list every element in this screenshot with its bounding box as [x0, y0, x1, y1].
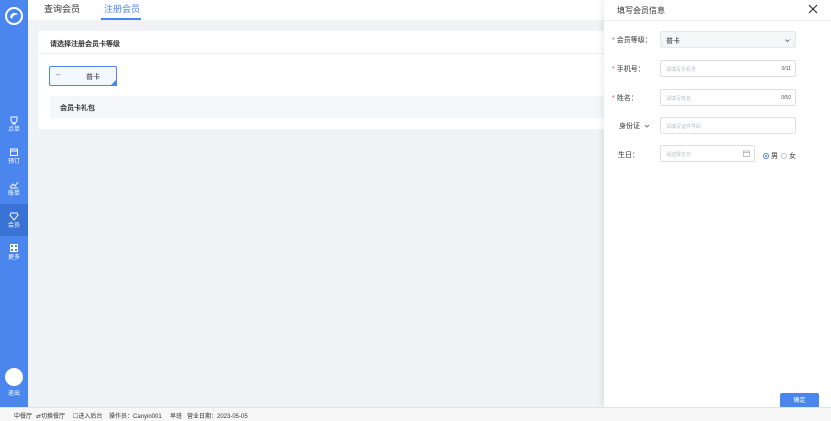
- tab-bar: 查询会员 注册会员: [28, 0, 604, 20]
- name-label: * 姓名：: [612, 95, 638, 102]
- status-shift: 早班: [170, 414, 183, 420]
- level-card-prefix: --: [56, 72, 61, 79]
- phone-label: * 手机号：: [612, 66, 645, 73]
- level-label: * 会员等级：: [612, 37, 652, 44]
- phone-placeholder: 请填写手机号: [666, 67, 697, 73]
- chevron-down-icon: [644, 124, 650, 128]
- birthday-picker[interactable]: 请选择生日: [660, 145, 755, 162]
- gender-female-label: 女: [789, 153, 796, 160]
- status-business-date: 营业日期：2023-05-05: [187, 414, 248, 420]
- sidebar-item-label: 账单: [7, 190, 20, 197]
- gender-male-radio[interactable]: 男: [763, 151, 778, 161]
- chart-icon: [9, 181, 19, 188]
- tab-register-member[interactable]: 注册会员: [104, 2, 140, 16]
- level-card-standard[interactable]: -- 普卡: [49, 66, 117, 86]
- drawer-title: 填写会员信息: [617, 6, 665, 15]
- calendar-icon: [10, 148, 18, 156]
- selected-check-icon: [110, 79, 117, 86]
- divider: [38, 53, 604, 54]
- calendar-icon: [743, 150, 750, 157]
- gift-package-section: 会员卡礼包: [50, 96, 604, 118]
- level-card-name: 普卡: [86, 74, 100, 81]
- section-title: 请选择注册会员卡等级: [50, 41, 120, 48]
- grid-icon: [10, 243, 18, 252]
- logout-button[interactable]: 退出: [0, 388, 28, 397]
- sidebar: 点单 预订 账单 会员 更多 退出: [0, 0, 28, 407]
- chevron-down-icon: [785, 39, 790, 43]
- birthday-label: 生日：: [618, 152, 639, 159]
- close-icon[interactable]: [807, 3, 819, 15]
- id-number-input[interactable]: 请填写证件号码: [660, 117, 796, 134]
- sidebar-item-member[interactable]: 会员: [0, 204, 28, 236]
- name-placeholder: 请填写姓名: [666, 96, 692, 102]
- id-type-select[interactable]: 身份证: [619, 121, 650, 131]
- app-logo-icon: [5, 7, 23, 25]
- id-number-placeholder: 请填写证件号码: [666, 124, 702, 130]
- enter-admin-button[interactable]: ☐进入后台: [73, 411, 102, 420]
- name-input[interactable]: 请填写姓名 0/50: [660, 89, 796, 106]
- switch-hall-button[interactable]: ⇄切换餐厅: [36, 411, 65, 420]
- avatar[interactable]: [5, 368, 23, 386]
- radio-dot: [781, 153, 787, 159]
- sidebar-item-reserve[interactable]: 预订: [0, 140, 28, 172]
- id-type-label: 身份证: [619, 123, 640, 130]
- cup-icon: [10, 116, 18, 124]
- status-operator: 操作员：Canyin001: [109, 414, 162, 420]
- status-bar: 中餐厅 ⇄切换餐厅 ☐进入后台 操作员：Canyin001 早班 营业日期：20…: [0, 407, 831, 421]
- status-hall: 中餐厅: [14, 414, 33, 420]
- sidebar-item-label: 会员: [7, 222, 20, 229]
- birthday-placeholder: 请选择生日: [666, 152, 692, 158]
- gender-male-label: 男: [771, 153, 778, 160]
- sidebar-item-label: 预订: [7, 158, 20, 165]
- phone-input[interactable]: 请填写手机号 0/11: [660, 60, 796, 77]
- divider: [604, 20, 831, 21]
- register-card: 请选择注册会员卡等级 -- 普卡 会员卡礼包: [38, 31, 604, 129]
- level-select-value: 普卡: [666, 38, 680, 45]
- tab-active-indicator: [101, 18, 141, 20]
- member-info-drawer: 填写会员信息 * 会员等级： 普卡 * 手机号： 请填写手机号 0/11 * 姓名： …: [604, 0, 831, 410]
- name-char-count: 0/50: [781, 95, 791, 101]
- sidebar-item-order[interactable]: 点单: [0, 108, 28, 140]
- sidebar-item-label: 点单: [7, 126, 20, 133]
- gift-package-title: 会员卡礼包: [60, 105, 95, 112]
- sidebar-item-bill[interactable]: 账单: [0, 172, 28, 204]
- sidebar-item-more[interactable]: 更多: [0, 236, 28, 268]
- sidebar-item-label: 更多: [7, 254, 20, 261]
- member-icon: [9, 212, 19, 221]
- tab-query-member[interactable]: 查询会员: [44, 2, 80, 16]
- radio-dot: [763, 153, 769, 159]
- level-select[interactable]: 普卡: [660, 31, 796, 48]
- phone-char-count: 0/11: [781, 66, 791, 72]
- gender-female-radio[interactable]: 女: [781, 151, 796, 161]
